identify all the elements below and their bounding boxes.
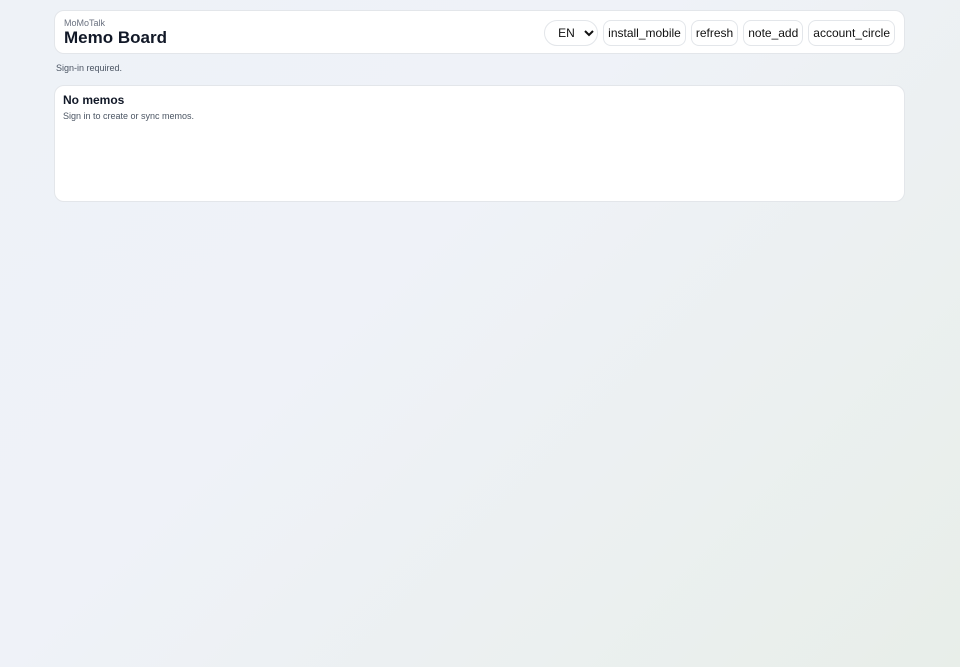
memo-panel: No memos Sign in to create or sync memos… — [54, 85, 905, 202]
refresh-button[interactable]: refresh — [690, 20, 739, 46]
install-mobile-button[interactable]: install_mobile — [603, 20, 686, 46]
app-name: MoMoTalk — [64, 18, 106, 28]
language-select[interactable]: EN — [544, 20, 599, 46]
app-header: MoMoTalk Memo Board EN install_mobile re… — [54, 10, 905, 54]
toolbar: EN install_mobile refresh note_add accou… — [544, 20, 895, 46]
empty-state-title: No memos — [63, 93, 125, 107]
empty-state-description: Sign in to create or sync memos. — [63, 111, 195, 121]
page-title: Memo Board — [64, 28, 167, 47]
account-button[interactable]: account_circle — [808, 20, 895, 46]
new-memo-button[interactable]: note_add — [743, 20, 804, 46]
status-message: Sign-in required. — [56, 63, 123, 73]
